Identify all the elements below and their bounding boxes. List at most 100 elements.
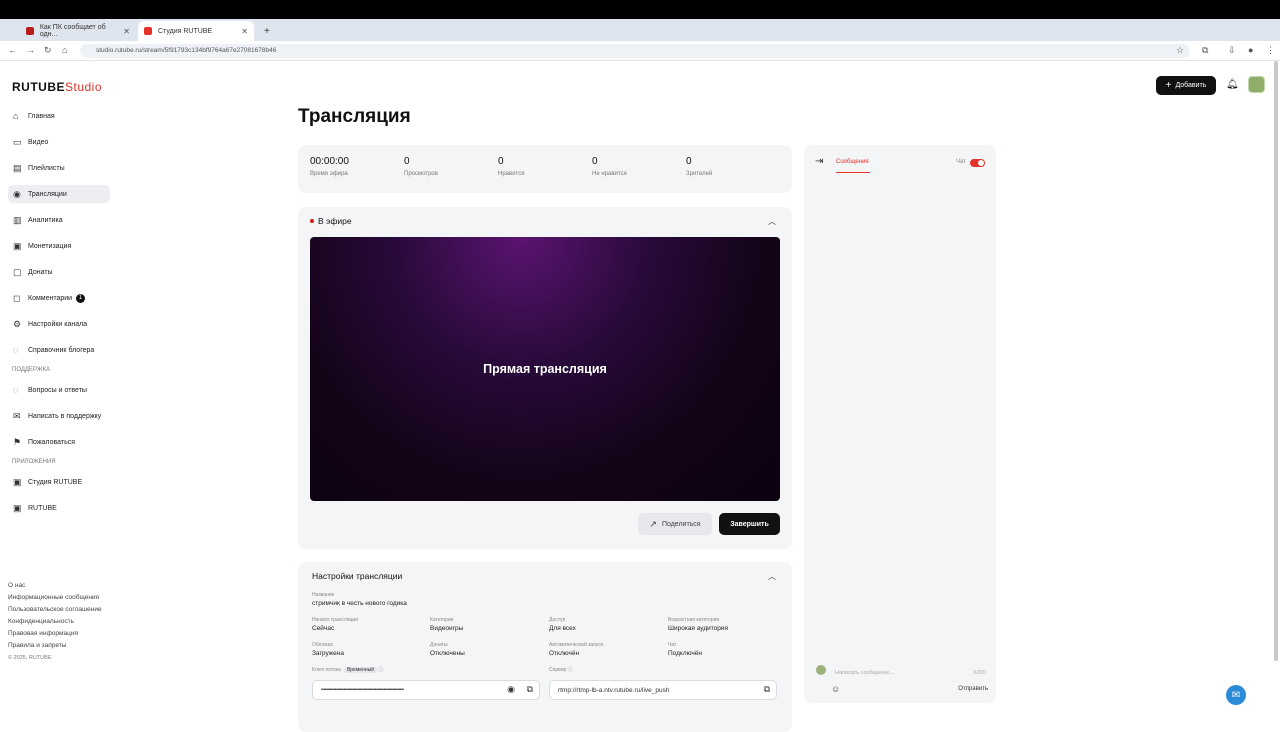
add-button[interactable]: + Добавить (1156, 76, 1216, 95)
send-button[interactable]: Отправить (958, 686, 988, 692)
chevron-up-icon[interactable]: ︿ (768, 571, 776, 582)
chat-toggle[interactable] (970, 159, 985, 167)
field-autostart: Автоматический запуск Отключён (549, 642, 604, 657)
url-field[interactable]: studio.rutube.ru/stream/5f91793c134bf976… (80, 44, 1190, 58)
support-chat-icon[interactable]: ✉ (1226, 685, 1246, 705)
downloads-icon[interactable]: ⇩ (1228, 45, 1236, 56)
key-temporary-tag: Временный (343, 667, 377, 673)
new-tab-button[interactable]: + (258, 21, 276, 41)
notifications-bell-icon[interactable]: 🔔︎ (1226, 79, 1239, 90)
rutube-studio-logo[interactable]: RUTUBEStudio (12, 80, 102, 94)
stream-key-field[interactable]: ••••••••••••••••••••••••••••••••••••••••… (312, 680, 540, 700)
emoji-icon[interactable]: ☺ (831, 684, 840, 694)
footer-link[interactable]: Правила и запреты (8, 640, 102, 652)
copy-icon[interactable]: ⧉ (764, 684, 770, 695)
avatar (816, 665, 826, 675)
plus-icon: + (1165, 80, 1172, 91)
gear-icon: ⚙ (13, 318, 22, 329)
copy-icon[interactable]: ⧉ (527, 684, 533, 695)
footer-link[interactable]: Информационные сообщения (8, 592, 102, 604)
sidebar-item-rutube-app[interactable]: ▣ RUTUBE (8, 499, 110, 517)
footer-link[interactable]: Правовая информация (8, 628, 102, 640)
server-url-field[interactable]: rtmp://rtmp-lb-a.ntv.rutube.ru/live_push… (549, 680, 777, 700)
home-icon: ⌂ (13, 110, 19, 121)
chat-toggle-label: Чат (956, 159, 966, 165)
stream-key-label: Ключ потока Временный ⓘ (312, 667, 384, 673)
sidebar-item-video[interactable]: ▭ Видео (8, 133, 110, 151)
browser-tab-1[interactable]: Как ПК сообщает об одн... ✕ (20, 21, 136, 41)
field-donations: Донаты Отключены (430, 642, 465, 657)
live-dot-icon (310, 219, 314, 223)
stat-dislikes: 0 Не нравится (592, 156, 627, 177)
server-label: Сервер ⓘ (549, 667, 573, 673)
info-icon[interactable]: ⓘ (568, 667, 573, 673)
video-icon: ▭ (13, 136, 22, 147)
share-icon: ↗ (649, 518, 657, 529)
home-icon[interactable]: ⌂ (62, 45, 67, 55)
chat-char-counter: 0/200 (973, 670, 986, 676)
page-title: Трансляция (298, 106, 411, 127)
sidebar-item-blogger-guide[interactable]: ◌ Справочник блогера (8, 341, 110, 359)
tab-messages[interactable]: Сообщения (836, 159, 869, 165)
eye-icon[interactable]: ◉ (507, 684, 515, 695)
comment-icon: ◻ (13, 292, 21, 303)
collapse-chat-icon[interactable]: ⇥ (815, 156, 823, 167)
stream-stats-card: 00:00:00 Время эфира 0 Просмотров 0 Нравитс… (298, 145, 792, 193)
sidebar-item-channel-settings[interactable]: ⚙ Настройки канала (8, 315, 110, 333)
sidebar-item-faq[interactable]: ◌ Вопросы и ответы (8, 381, 110, 399)
sidebar-footer: О нас Информационные сообщения Пользоват… (8, 580, 102, 664)
tab-underline (836, 172, 870, 173)
help-circle-icon: ◌ (13, 384, 19, 395)
sidebar-item-home[interactable]: ⌂ Главная (8, 107, 110, 125)
menu-icon[interactable]: ⋮ (1266, 45, 1275, 56)
sidebar-item-monetization[interactable]: ▣ Монетизация (8, 237, 110, 255)
address-bar: ← → ↻ ⌂ studio.rutube.ru/stream/5f91793c… (0, 41, 1280, 61)
stat-views: 0 Просмотров (404, 156, 438, 177)
tab-favicon-icon (26, 27, 34, 35)
footer-link[interactable]: Пользовательское соглашение (8, 604, 102, 616)
close-tab-icon[interactable]: ✕ (123, 27, 130, 36)
sidebar-item-report[interactable]: ⚑ Пожаловаться (8, 433, 110, 451)
field-chat: Чат Подключён (668, 642, 702, 657)
scrollbar[interactable] (1274, 61, 1278, 661)
chat-message-input[interactable]: Написать сообщение... (832, 666, 988, 679)
sidebar-item-studio-app[interactable]: ▣ Студия RUTUBE (8, 473, 110, 491)
info-icon[interactable]: ⓘ (378, 667, 383, 673)
chevron-up-icon[interactable]: ︿ (768, 216, 776, 227)
sidebar-item-comments[interactable]: ◻ Комментарии 1 (8, 289, 110, 307)
share-button[interactable]: ↗ Поделиться (638, 513, 712, 535)
browser-tab-2[interactable]: Студия RUTUBE ✕ (138, 21, 254, 41)
app-icon: ▣ (13, 476, 22, 487)
sidebar-item-streams[interactable]: ◉ Трансляции (8, 185, 110, 203)
donate-icon: ▢ (13, 266, 22, 277)
live-status: В эфире (310, 216, 352, 226)
field-cover: Обложка Загружена (312, 642, 344, 657)
analytics-icon: ▥ (13, 214, 22, 225)
footer-link[interactable]: Конфиденциальность (8, 616, 102, 628)
sidebar-item-playlists[interactable]: ▤ Плейлисты (8, 159, 110, 177)
close-tab-icon[interactable]: ✕ (241, 27, 248, 36)
screen-top-bar (0, 0, 1280, 19)
support-section-title: ПОДДЕРЖКА (12, 367, 50, 373)
avatar[interactable] (1248, 76, 1265, 93)
extensions-icon[interactable]: ⧉ (1202, 45, 1208, 56)
playlist-icon: ▤ (13, 162, 22, 173)
rutube-favicon-icon (144, 27, 152, 35)
comments-count-badge: 1 (76, 293, 86, 303)
forward-icon[interactable]: → (26, 45, 35, 55)
sidebar-item-analytics[interactable]: ▥ Аналитика (8, 211, 110, 229)
back-icon[interactable]: ← (8, 45, 17, 55)
bookmark-star-icon[interactable]: ☆ (1176, 45, 1184, 56)
sidebar-item-donations[interactable]: ▢ Донаты (8, 263, 110, 281)
field-age: Возрастная категория Широкая аудитория (668, 617, 729, 632)
footer-link[interactable]: О нас (8, 580, 102, 592)
reload-icon[interactable]: ↻ (44, 45, 52, 56)
sidebar-item-contact-support[interactable]: ✉ Написать в поддержку (8, 407, 110, 425)
profile-icon[interactable]: ● (1248, 45, 1253, 55)
browser-tab-bar: Как ПК сообщает об одн... ✕ Студия RUTUB… (0, 19, 1280, 51)
player-placeholder-text: Прямая трансляция (483, 362, 607, 376)
video-player[interactable]: Прямая трансляция (310, 237, 780, 501)
money-icon: ▣ (13, 240, 22, 251)
chat-panel: ⇥ Сообщения Чат Написать сообщение... 0/… (804, 145, 996, 703)
finish-stream-button[interactable]: Завершить (719, 513, 780, 535)
